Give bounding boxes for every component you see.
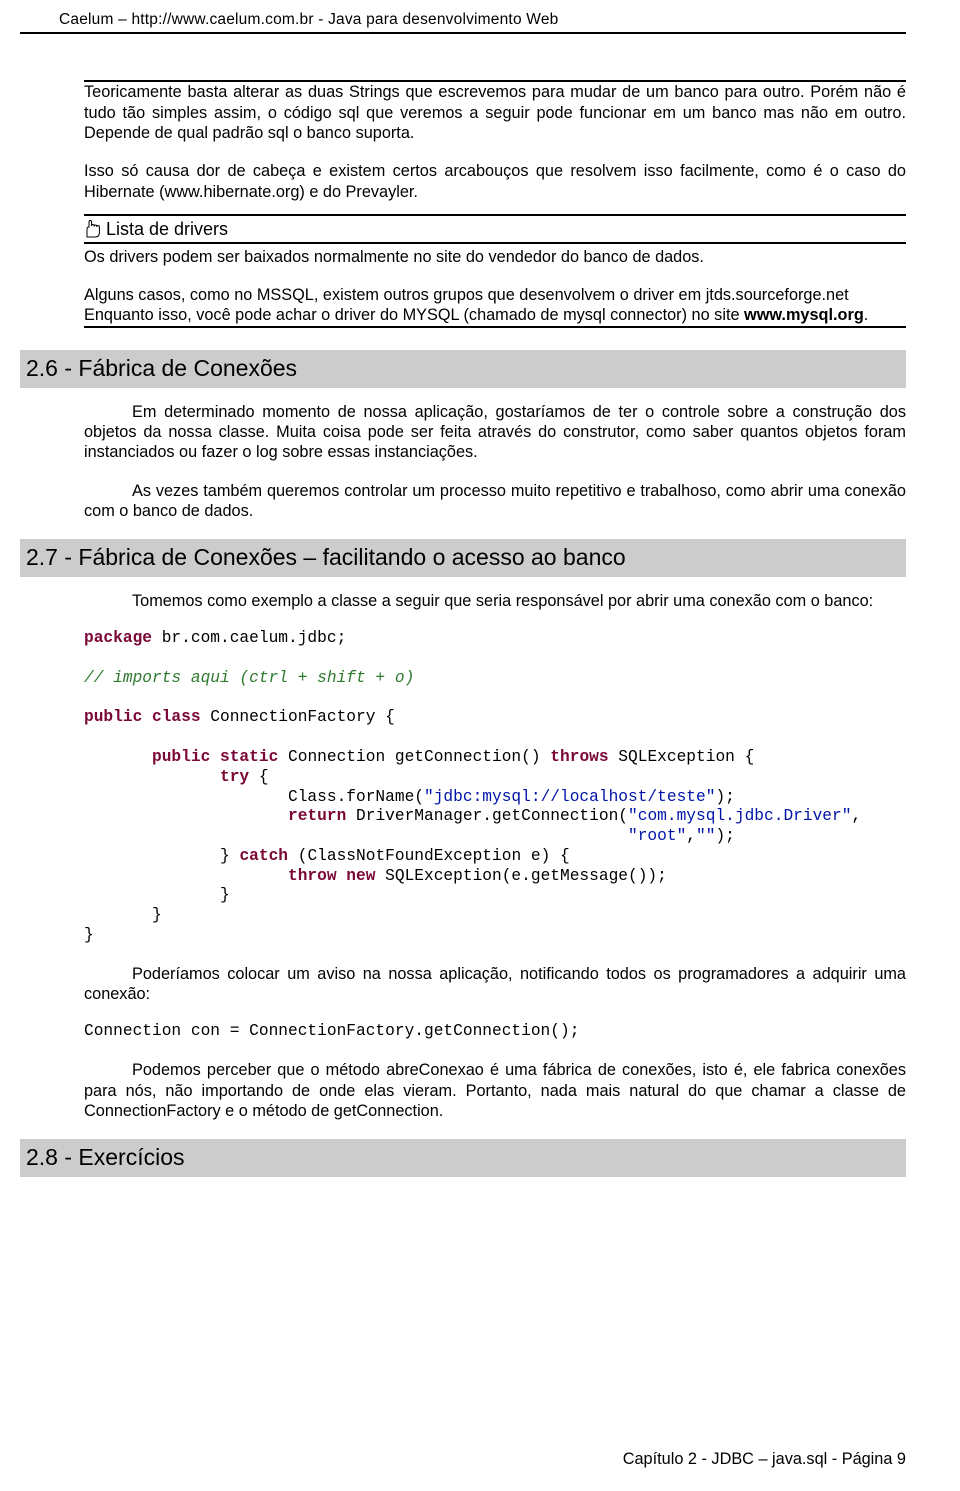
code-string: "com.mysql.jdbc.Driver" <box>628 807 851 825</box>
note-title-text: Lista de drivers <box>106 218 228 241</box>
code-string: "jdbc:mysql://localhost/teste" <box>424 788 715 806</box>
code-text: { <box>249 768 268 786</box>
section-heading-27: 2.7 - Fábrica de Conexões – facilitando … <box>20 539 906 577</box>
intro-block: Teoricamente basta alterar as duas Strin… <box>84 80 906 327</box>
code-kw: throws <box>550 748 608 766</box>
note-box: Lista de drivers Os drivers podem ser ba… <box>84 214 906 328</box>
section-heading-28: 2.8 - Exercícios <box>20 1139 906 1177</box>
code-text: } <box>84 906 162 924</box>
code-kw: package <box>84 629 152 647</box>
code-text <box>84 768 220 786</box>
code-text <box>84 827 628 845</box>
page-header: Caelum – http://www.caelum.com.br - Java… <box>20 10 906 32</box>
code-kw: public class <box>84 708 201 726</box>
note-title: Lista de drivers <box>84 216 906 242</box>
paragraph: Podemos perceber que o método abreConexa… <box>84 1060 906 1121</box>
paragraph: Alguns casos, como no MSSQL, existem out… <box>84 285 906 326</box>
code-text: Class.forName( <box>84 788 424 806</box>
hand-icon <box>84 219 102 239</box>
code-text <box>84 807 288 825</box>
section-body-27: Tomemos como exemplo a classe a seguir q… <box>84 591 906 1121</box>
code-block: package br.com.caelum.jdbc; // imports a… <box>84 629 906 945</box>
code-text: br.com.caelum.jdbc; <box>152 629 346 647</box>
code-text: ConnectionFactory { <box>201 708 395 726</box>
page-footer: Capítulo 2 - JDBC – java.sql - Página 9 <box>623 1449 906 1469</box>
section-body-26: Em determinado momento de nossa aplicaçã… <box>84 402 906 522</box>
intro-paragraphs: Teoricamente basta alterar as duas Strin… <box>84 82 906 202</box>
code-text: Connection getConnection() <box>278 748 550 766</box>
code-kw: throw new <box>288 867 375 885</box>
code-kw: catch <box>239 847 288 865</box>
paragraph: Isso só causa dor de cabeça e existem ce… <box>84 161 906 202</box>
rule <box>84 242 906 244</box>
section-heading-26: 2.6 - Fábrica de Conexões <box>20 350 906 388</box>
code-line: Connection con = ConnectionFactory.getCo… <box>84 1022 906 1042</box>
paragraph: As vezes também queremos controlar um pr… <box>84 481 906 522</box>
code-kw: return <box>288 807 346 825</box>
rule <box>84 326 906 328</box>
code-text: , <box>686 827 696 845</box>
code-comment: // imports aqui (ctrl + shift + o) <box>84 669 414 687</box>
code-text: } <box>84 847 239 865</box>
paragraph: Poderíamos colocar um aviso na nossa apl… <box>84 964 906 1005</box>
paragraph: Tomemos como exemplo a classe a seguir q… <box>84 591 906 611</box>
code-kw: public static <box>152 748 278 766</box>
code-text: ); <box>715 827 734 845</box>
code-text: DriverManager.getConnection( <box>346 807 628 825</box>
code-text: (ClassNotFoundException e) { <box>288 847 570 865</box>
code-text <box>84 748 152 766</box>
header-rule <box>20 32 906 34</box>
note-body: Os drivers podem ser baixados normalment… <box>84 247 906 326</box>
text: . <box>864 306 869 324</box>
code-text: } <box>84 886 230 904</box>
code-string: "" <box>696 827 715 845</box>
text: Enquanto isso, você pode achar o driver … <box>84 306 744 324</box>
paragraph: Teoricamente basta alterar as duas Strin… <box>84 82 906 143</box>
paragraph: Em determinado momento de nossa aplicaçã… <box>84 402 906 463</box>
code-text: SQLException { <box>609 748 755 766</box>
code-text: , <box>851 807 861 825</box>
code-text: ); <box>715 788 734 806</box>
paragraph: Os drivers podem ser baixados normalment… <box>84 247 906 267</box>
code-kw: try <box>220 768 249 786</box>
code-text: } <box>84 926 94 944</box>
code-text <box>84 867 288 885</box>
code-text: SQLException(e.getMessage()); <box>375 867 666 885</box>
link-text: www.mysql.org <box>744 306 864 324</box>
page: Caelum – http://www.caelum.com.br - Java… <box>0 0 960 1491</box>
code-string: "root" <box>628 827 686 845</box>
text: Alguns casos, como no MSSQL, existem out… <box>84 286 849 304</box>
